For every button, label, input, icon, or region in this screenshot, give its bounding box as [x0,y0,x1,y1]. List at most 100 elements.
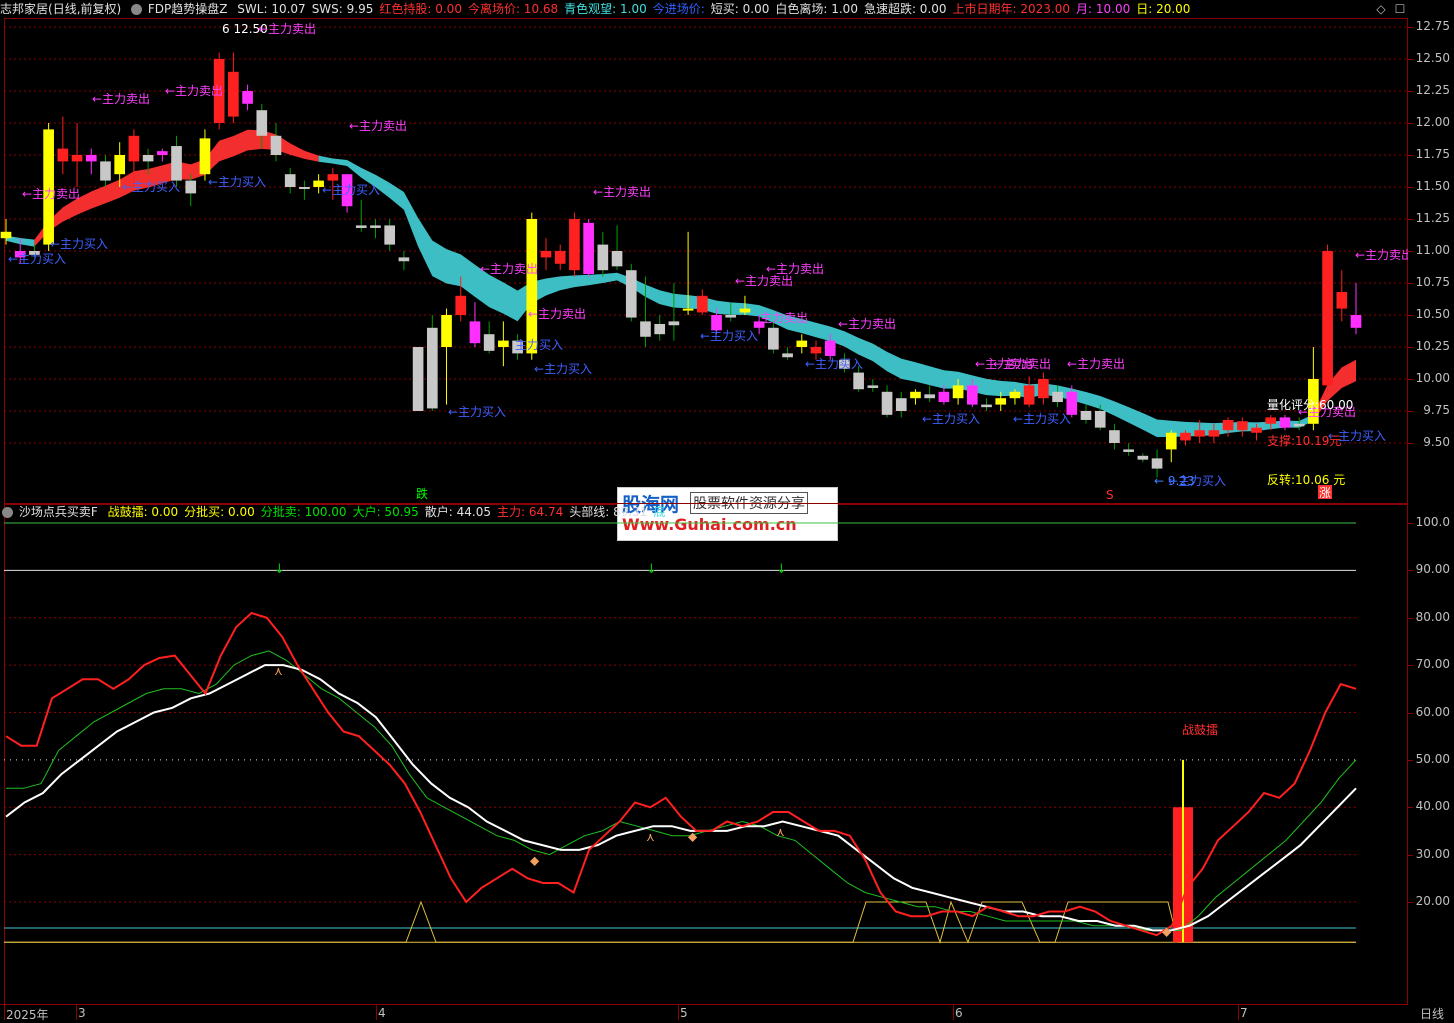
main-buy-signal: ←主力买入 [534,362,592,376]
main-buy-signal: ←主力买入 [922,412,980,426]
candle-body [1151,458,1163,469]
candle-body [981,404,992,408]
candle-body [270,135,282,155]
x-axis-label: 6 [955,1006,963,1020]
candle-body [540,251,552,258]
price-chart[interactable]: 6 12.50← 9.23←主力卖出←主力卖出←主力卖出←主力卖出←主力卖出←主… [0,18,1408,504]
main-indicator-name[interactable]: FDP趋势操盘Z [148,2,228,16]
candle-body [668,321,680,326]
close-icon[interactable]: ☐ [1393,2,1407,16]
candle-body [1251,427,1262,433]
oscillator-chart[interactable]: ↓ ↓ ↓ 战鼓擂 ◆ ◆ ◆ ⋏ ⋏ ⋏ [0,504,1408,1004]
candle-body [228,71,239,117]
candle-body [199,138,211,175]
candle-body [469,321,481,344]
x-axis-label: 7 [1240,1006,1248,1020]
candle-body [299,187,310,189]
candle-body [995,398,1007,405]
main-buy-signal: ←主力买入 [1168,474,1226,488]
candle-body [1109,430,1120,443]
main-sell-signal-short: 主力卖出 [760,311,808,325]
candle-body [597,244,609,271]
main-buy-signal: ←主力买入 [208,175,266,189]
main-sell-signal: ←主力卖出 [528,307,586,321]
candle-body [256,110,268,136]
candle-body [1052,391,1063,403]
main-sell-signal: ←主力卖出 [22,187,80,201]
main-indicator-value-0: SWL: 10.07 [237,2,306,16]
osc-axis-tick [1408,617,1413,619]
candle-body [966,385,978,405]
main-indicator-value-5: 今进场价: [652,2,705,16]
peak-signal-icon: ⋏ [646,830,655,844]
sell-mark: S [1106,488,1114,502]
main-buy-signal: ←主力买入 [8,252,66,266]
price-axis-label: 12.50 [1415,51,1450,65]
candle-body [1038,379,1049,399]
x-axis-label: 4 [378,1006,386,1020]
main-indicator-value-3: 今离场价: 10.68 [467,2,559,16]
main-sell-signal: ←主力卖出 [993,357,1051,371]
candle-body [526,219,538,354]
candle-body [1009,391,1021,399]
price-axis-tick [1408,155,1413,156]
candle-body [895,398,907,411]
main-sell-signal: ←主力卖出 [1067,357,1125,371]
stock-name[interactable]: 志邦家居 [0,2,48,16]
osc-axis-label: 60.00 [1415,704,1450,719]
candle-body [1350,315,1362,328]
collapse-icon[interactable]: ◇ [1374,2,1388,16]
indicator-dropdown-icon[interactable] [131,4,143,15]
price-axis-label: 12.75 [1415,19,1450,33]
x-axis [0,1004,1408,1022]
candle-body [938,391,950,403]
price-axis-label: 11.00 [1415,243,1450,257]
candle-body [625,270,637,318]
candle-body [640,321,651,337]
main-indicator-value-6: 短买: 0.00 [710,2,770,16]
main-buy-signal: ←主力买入 [805,357,863,371]
peak-signal-icon: ⋏ [274,664,283,678]
candle-body [327,174,339,181]
main-sell-signal: ←主力卖出 [165,84,223,98]
quant-score-label: 量化评分:60.00 [1267,398,1353,412]
period-tab[interactable]: 日线 [1420,1005,1444,1022]
candle-body [156,151,168,155]
candle-body [1293,423,1305,427]
candle-body [739,308,751,313]
diamond-signal-icon: ◆ [1162,924,1172,938]
x-axis-label: 5 [680,1006,688,1020]
candle-body [1322,251,1333,386]
price-axis-tick [1408,251,1413,252]
main-indicator-values: SWL: 10.07 SWS: 9.95 红色持股: 0.00 今离场价: 10.68… [237,2,1196,16]
candle-body [1236,421,1248,431]
x-axis-tick [4,1004,5,1020]
osc-axis-tick [1408,665,1413,667]
candle-body [1080,411,1092,420]
candle-body [100,161,111,181]
main-indicator-value-11: 日: 20.00 [1136,2,1191,16]
candle-body [455,295,467,315]
candle-body [426,327,438,409]
main-sell-signal: ←主力卖出 [1355,248,1408,262]
x-axis-tick [953,1004,954,1020]
candle-body [768,327,779,350]
main-sell-signal: ←主力卖出 [258,22,316,36]
candle-body [171,146,182,181]
main-indicator-value-4: 青色观望: 1.00 [564,2,647,16]
osc-axis-tick [1408,854,1413,856]
candle-body [57,148,69,162]
candle-body [867,385,879,388]
price-axis-tick [1408,347,1413,348]
price-axis-label: 11.50 [1415,179,1450,193]
candle-body [782,353,793,358]
x-axis-label: 3 [78,1006,86,1020]
osc-axis-label: 20.00 [1415,894,1450,908]
candle-body [1279,417,1291,428]
top-sell-arrow: ↓ [646,562,657,577]
main-sell-signal: ←主力卖出 [838,317,896,331]
diamond-signal-icon: ◆ [530,853,540,867]
price-axis-tick [1408,187,1413,188]
x-axis-tick [76,1004,77,1020]
candle-body [85,155,97,162]
